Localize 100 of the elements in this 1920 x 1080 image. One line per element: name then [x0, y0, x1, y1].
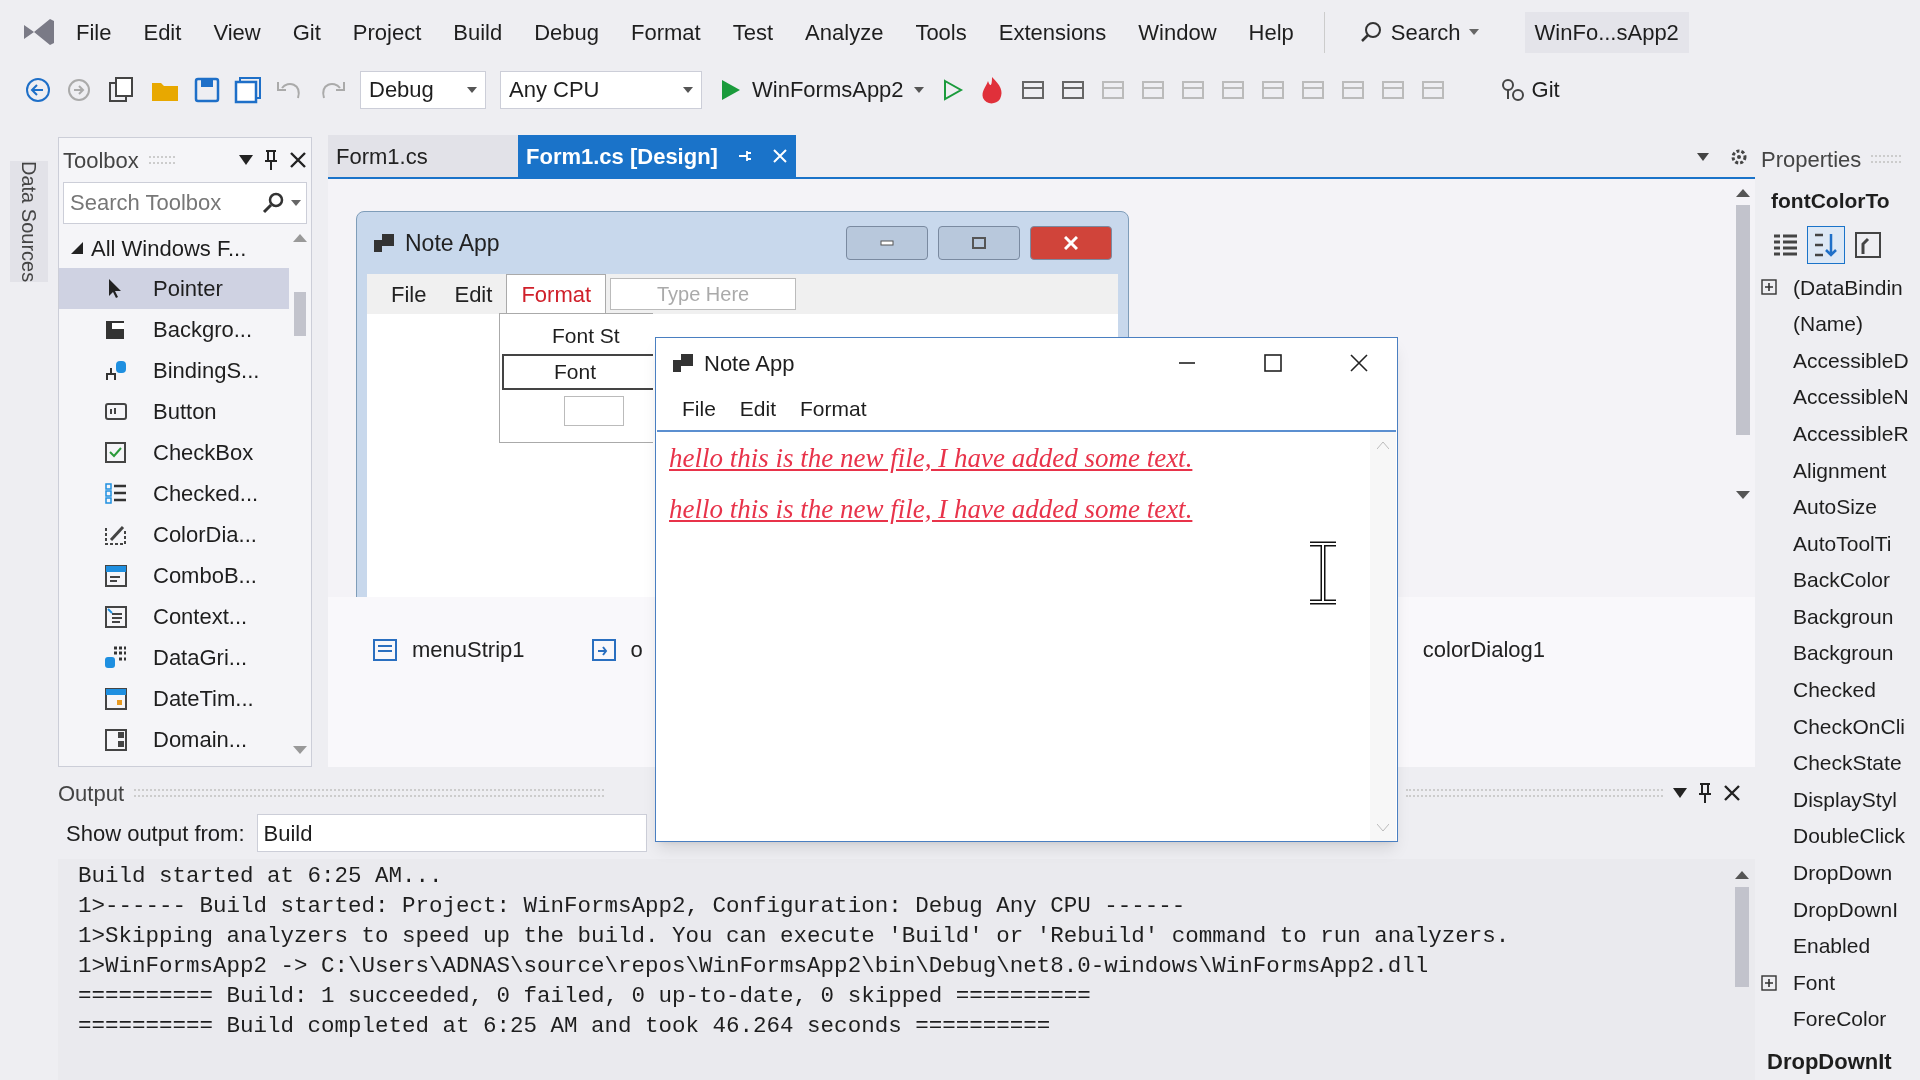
menu-item[interactable]: Tools [903, 11, 979, 53]
start-button[interactable]: WinFormsApp2 [716, 73, 928, 106]
toolbox-item[interactable]: Button [59, 391, 289, 432]
property-name[interactable]: AutoSize [1783, 491, 1878, 523]
property-name[interactable]: AccessibleR [1783, 417, 1909, 450]
menu-item[interactable]: Font St [502, 318, 653, 354]
menu-item[interactable]: Format [619, 11, 713, 53]
git-button[interactable]: Git [1499, 73, 1560, 106]
menu-item[interactable]: Build [441, 11, 515, 53]
menu-item[interactable]: Debug [522, 11, 612, 53]
scrollbar-thumb[interactable] [294, 292, 306, 336]
grip-handle[interactable] [148, 156, 175, 164]
property-name[interactable]: AccessibleN [1783, 381, 1909, 413]
component-label[interactable]: menuStrip1 [412, 633, 525, 666]
close-icon[interactable] [1723, 784, 1741, 802]
menu-item[interactable]: File [377, 274, 441, 314]
toolbox-item[interactable]: Domain... [59, 719, 289, 760]
component-label[interactable]: o [630, 633, 643, 666]
close-icon[interactable] [289, 151, 307, 169]
group-header[interactable]: All Windows F... [59, 228, 289, 268]
scroll-up-icon [293, 234, 307, 242]
menu-item[interactable]: Window [1126, 11, 1229, 53]
property-name[interactable]: BackColor [1783, 564, 1890, 596]
expand-icon[interactable] [1761, 974, 1777, 991]
scrollbar-thumb[interactable] [1736, 205, 1750, 435]
toolbox-item[interactable]: Checked... [59, 473, 289, 514]
output-source-dropdown[interactable]: Build [256, 814, 647, 852]
menu-item[interactable]: Format [506, 274, 607, 314]
search-button[interactable]: Search [1350, 11, 1487, 53]
menu-item[interactable]: Test [720, 11, 786, 53]
property-pages-icon[interactable] [1853, 230, 1883, 260]
property-name[interactable]: Alignment [1783, 454, 1887, 486]
text-area[interactable]: hello this is the new file, I have added some text. hello this is the new file, I have added some text. [657, 430, 1396, 841]
menu-item[interactable]: View [201, 11, 273, 53]
toolbox-item[interactable]: Backgro... [59, 309, 289, 350]
menu-item[interactable]: Extensions [986, 11, 1119, 53]
property-name[interactable]: (DataBindin [1783, 271, 1903, 304]
property-name[interactable]: CheckOnCli [1783, 710, 1906, 743]
grip-handle[interactable] [1871, 155, 1902, 163]
toolbox-item[interactable]: ComboB... [59, 555, 289, 596]
toolbox-item[interactable]: Pointer [59, 268, 289, 309]
save-icon[interactable] [194, 76, 220, 103]
property-name[interactable]: Backgroun [1783, 600, 1894, 633]
property-name[interactable]: Checked [1783, 674, 1876, 706]
toolbox-item[interactable]: BindingS... [59, 350, 289, 391]
scroll-down-icon [1377, 824, 1389, 831]
toolbox-item[interactable]: DateTim... [59, 678, 289, 719]
grip-handle[interactable] [1406, 789, 1663, 797]
property-name[interactable]: Font [1783, 966, 1836, 999]
dropdown-icon[interactable] [1697, 153, 1709, 161]
settings-icon[interactable] [1729, 147, 1749, 167]
menu-item[interactable]: File [670, 393, 728, 425]
grip-handle[interactable] [134, 789, 605, 797]
menu-item[interactable]: Help [1236, 11, 1306, 53]
save-all-icon[interactable] [234, 75, 262, 104]
pin-icon[interactable] [263, 149, 279, 171]
menu-item[interactable]: Analyze [793, 11, 896, 53]
output-line: ========== Build completed at 6:25 AM and took 46.264 seconds ========== [78, 1012, 1051, 1041]
component-label[interactable]: colorDialog1 [1422, 633, 1546, 666]
property-name[interactable]: AutoToolTi [1783, 527, 1892, 560]
property-name[interactable]: Backgroun [1783, 637, 1894, 669]
type-here-field[interactable]: Type Here [610, 278, 797, 310]
pin-icon[interactable] [1697, 782, 1713, 804]
scrollbar-track[interactable] [1370, 432, 1396, 841]
scroll-down-icon [293, 746, 307, 754]
sort-alphabetical-icon[interactable] [1812, 231, 1840, 259]
property-name[interactable]: DropDownI [1783, 893, 1899, 926]
toolbox-item[interactable]: ColorDia... [59, 514, 289, 555]
menu-item[interactable]: File [64, 11, 124, 53]
side-tab[interactable]: Data Sources [10, 161, 48, 283]
menu-item[interactable]: Edit [440, 274, 507, 314]
menu-item[interactable]: Format [788, 393, 879, 425]
toolbox-item[interactable]: Context... [59, 596, 289, 637]
expand-icon[interactable] [1761, 279, 1777, 296]
menu-item[interactable]: Git [280, 11, 333, 53]
configuration-dropdown[interactable]: Debug [360, 70, 486, 109]
dropdown-icon[interactable] [239, 155, 253, 165]
type-here-field[interactable] [564, 396, 624, 426]
menu-item[interactable]: Project [340, 11, 434, 53]
platform-dropdown[interactable]: Any CPU [500, 70, 702, 109]
new-item-icon[interactable] [106, 74, 136, 105]
scrollbar-thumb[interactable] [1735, 887, 1749, 987]
document-tab[interactable]: Form1.cs [328, 135, 518, 177]
menu-item[interactable]: Edit [131, 11, 194, 53]
property-name[interactable]: ForeColor [1783, 1003, 1887, 1035]
property-name[interactable]: DoubleClick [1783, 820, 1906, 852]
property-name[interactable]: CheckState [1783, 747, 1902, 779]
property-name[interactable]: AccessibleD [1783, 344, 1909, 377]
property-name[interactable]: DisplayStyl [1783, 783, 1897, 816]
back-icon[interactable] [24, 75, 52, 104]
toolbox-item[interactable]: DataGri... [59, 637, 289, 678]
menu-item[interactable]: Edit [727, 393, 789, 425]
search-field[interactable]: Search Toolbox [63, 182, 307, 224]
property-name[interactable]: (Name) [1783, 308, 1863, 340]
dropdown-icon[interactable] [1673, 788, 1687, 798]
toolbox-item[interactable]: CheckBox [59, 432, 289, 473]
caret-icon [683, 86, 693, 93]
property-name[interactable]: DropDown [1783, 857, 1893, 889]
property-name[interactable]: Enabled [1783, 930, 1871, 962]
play-outline-icon[interactable] [941, 77, 964, 102]
